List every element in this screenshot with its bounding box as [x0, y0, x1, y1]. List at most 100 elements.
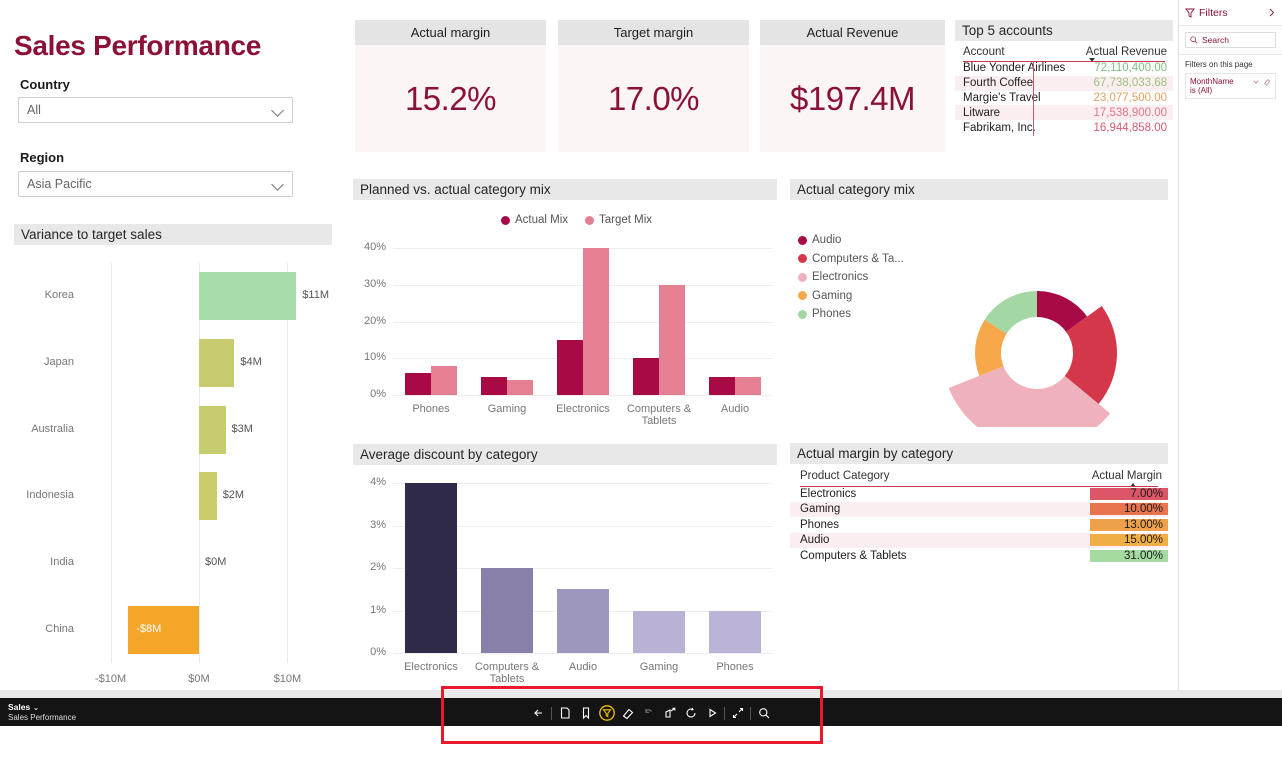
- bar[interactable]: [557, 340, 583, 395]
- filter-card-value: is (All): [1190, 86, 1271, 95]
- chevron-down-icon: [272, 178, 284, 190]
- chevron-down-icon[interactable]: ⌄: [33, 703, 40, 712]
- table-row[interactable]: Fabrikam, Inc.16,944,858.00: [955, 120, 1173, 135]
- bar[interactable]: [709, 611, 761, 654]
- kpi-value: 15.2%: [405, 80, 496, 118]
- account-name: Fourth Coffee: [955, 77, 1087, 89]
- bar[interactable]: [431, 366, 457, 395]
- category-label: Gaming: [617, 661, 701, 673]
- legend-dot: [585, 216, 594, 225]
- table-row[interactable]: Computers & Tablets31.00%: [790, 548, 1168, 564]
- account-revenue: 16,944,858.00: [1087, 122, 1173, 134]
- table-vertical-rule: [1033, 62, 1034, 136]
- axis-tick: 2%: [353, 561, 386, 573]
- margin-category: Electronics: [790, 488, 1090, 500]
- kpi-value: $197.4M: [790, 80, 915, 118]
- bar[interactable]: [405, 373, 431, 395]
- category-label: Phones: [389, 403, 473, 415]
- eraser-icon[interactable]: [1263, 78, 1271, 86]
- margin-value: 13.00%: [1090, 519, 1168, 531]
- category-label: India: [14, 556, 74, 568]
- bar[interactable]: [481, 377, 507, 395]
- bar[interactable]: [735, 377, 761, 395]
- kpi-card-target-margin[interactable]: Target margin 17.0%: [558, 20, 749, 152]
- filters-search-placeholder: Search: [1202, 35, 1229, 45]
- legend-dot: [501, 216, 510, 225]
- bar[interactable]: [633, 611, 685, 654]
- margin-header-row: Product Category Actual Margin: [790, 464, 1168, 486]
- planned-vs-actual-visual[interactable]: Planned vs. actual category mix Actual M…: [353, 179, 777, 427]
- table-separator: [800, 486, 1158, 487]
- margin-category: Phones: [790, 519, 1090, 531]
- margin-value: 7.00%: [1090, 488, 1168, 500]
- account-revenue: 72,110,400.00: [1087, 62, 1173, 74]
- table-row[interactable]: Litware17,538,900.00: [955, 105, 1173, 120]
- bar[interactable]: [709, 377, 735, 395]
- bar[interactable]: [659, 285, 685, 395]
- bar[interactable]: [199, 406, 226, 454]
- category-label: Korea: [14, 289, 74, 301]
- filters-on-page-section: Filters on this page MonthName is (All): [1179, 54, 1282, 99]
- top5-accounts-visual[interactable]: Top 5 accounts Account Actual Revenue Bl…: [955, 20, 1173, 147]
- legend-item[interactable]: Target Mix: [585, 214, 652, 226]
- table-row[interactable]: Gaming10.00%: [790, 502, 1168, 518]
- bar[interactable]: [405, 483, 457, 653]
- bar[interactable]: [199, 472, 217, 520]
- bar[interactable]: [199, 272, 296, 320]
- bar[interactable]: [481, 568, 533, 653]
- legend-item[interactable]: Actual Mix: [501, 214, 568, 226]
- table-row[interactable]: Fourth Coffee67,738,033.68: [955, 76, 1173, 91]
- chevron-down-icon[interactable]: [1252, 78, 1260, 86]
- highlight-box: [441, 686, 823, 744]
- data-label: $11M: [302, 289, 329, 301]
- top5-col-account[interactable]: Account: [963, 46, 1081, 58]
- margin-col-category[interactable]: Product Category: [800, 470, 1090, 482]
- category-label: Australia: [14, 423, 74, 435]
- top5-col-revenue[interactable]: Actual Revenue: [1081, 46, 1167, 58]
- data-label: $2M: [223, 489, 244, 501]
- actual-category-mix-title: Actual category mix: [790, 179, 1168, 200]
- filters-pane-title: Filters: [1199, 7, 1267, 19]
- account-revenue: 67,738,033.68: [1087, 77, 1173, 89]
- planned-vs-actual-title: Planned vs. actual category mix: [353, 179, 777, 200]
- bar[interactable]: [507, 380, 533, 395]
- workspace-name[interactable]: Sales ⌄: [8, 702, 76, 712]
- variance-to-target-visual[interactable]: Variance to target sales Korea$11MJapan$…: [14, 224, 332, 686]
- table-row[interactable]: Phones13.00%: [790, 517, 1168, 533]
- margin-rows: Electronics7.00%Gaming10.00%Phones13.00%…: [790, 486, 1168, 564]
- bar[interactable]: [199, 339, 234, 387]
- top5-rows: Blue Yonder Airlines72,110,400.00Fourth …: [955, 61, 1173, 135]
- kpi-card-actual-margin[interactable]: Actual margin 15.2%: [355, 20, 546, 152]
- table-row[interactable]: Audio15.00%: [790, 533, 1168, 549]
- average-discount-visual[interactable]: Average discount by category 0%1%2%3%4%E…: [353, 444, 777, 686]
- category-label: Audio: [693, 403, 777, 415]
- bar[interactable]: [557, 589, 609, 653]
- table-row[interactable]: Margie's Travel23,077,500.00: [955, 91, 1173, 106]
- report-canvas: Sales Performance Country All Region Asi…: [0, 0, 1178, 690]
- kpi-title: Actual Revenue: [760, 20, 945, 45]
- legend-label: Target Mix: [599, 214, 652, 226]
- margin-col-margin[interactable]: Actual Margin: [1090, 470, 1168, 482]
- margin-value: 10.00%: [1090, 503, 1168, 515]
- slicer-region[interactable]: Asia Pacific: [18, 171, 293, 197]
- actual-margin-table-visual[interactable]: Actual margin by category Product Catego…: [790, 443, 1168, 578]
- filter-card-monthname[interactable]: MonthName is (All): [1185, 73, 1276, 99]
- filter-card-name: MonthName: [1190, 77, 1252, 86]
- average-discount-plot-area: 0%1%2%3%4%ElectronicsComputers & Tablets…: [353, 465, 777, 686]
- category-label: China: [14, 623, 74, 635]
- actual-margin-title: Actual margin by category: [790, 443, 1168, 464]
- category-label: Computers & Tablets: [465, 661, 549, 685]
- margin-category: Audio: [790, 534, 1090, 546]
- actual-category-mix-visual[interactable]: Actual category mix AudioComputers & Ta.…: [790, 179, 1168, 427]
- filters-search-input[interactable]: Search: [1185, 32, 1276, 48]
- average-discount-title: Average discount by category: [353, 444, 777, 465]
- bar[interactable]: [633, 358, 659, 395]
- table-row[interactable]: Blue Yonder Airlines72,110,400.00: [955, 61, 1173, 76]
- filters-pane-header: Filters: [1179, 0, 1282, 26]
- table-row[interactable]: Electronics7.00%: [790, 486, 1168, 502]
- bar[interactable]: [583, 248, 609, 395]
- axis-tick: 40%: [353, 241, 386, 253]
- kpi-card-actual-revenue[interactable]: Actual Revenue $197.4M: [760, 20, 945, 152]
- slicer-country[interactable]: All: [18, 97, 293, 123]
- chevron-right-icon[interactable]: [1267, 8, 1276, 17]
